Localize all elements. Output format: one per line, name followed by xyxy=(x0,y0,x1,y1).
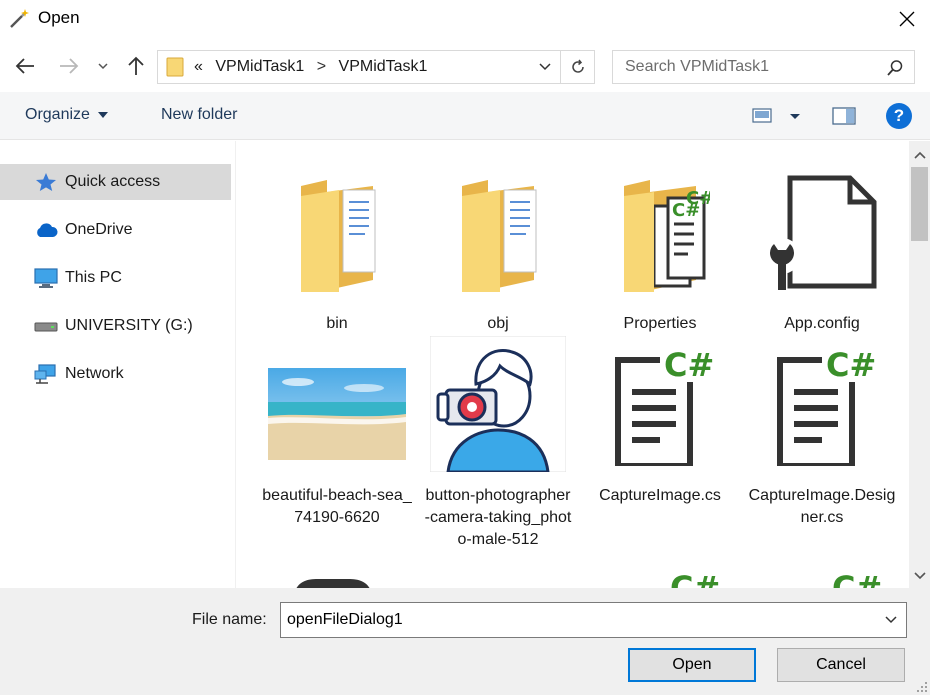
search-input[interactable] xyxy=(613,51,883,83)
scroll-up-button[interactable] xyxy=(909,143,930,167)
photographer-image-thumbnail xyxy=(423,329,573,479)
preview-pane-icon xyxy=(832,107,856,125)
view-options-icon xyxy=(752,108,800,123)
sidebar-item-this-pc[interactable]: This PC xyxy=(0,260,231,296)
chevron-down-icon xyxy=(913,572,926,580)
resize-grip-icon[interactable] xyxy=(916,681,928,693)
sidebar-item-network[interactable]: Network xyxy=(0,356,231,392)
config-file-icon xyxy=(747,157,897,307)
vertical-scrollbar[interactable] xyxy=(909,141,930,588)
up-button[interactable] xyxy=(122,52,150,80)
csharp-file-icon: C# xyxy=(670,571,720,588)
file-name-combobox[interactable] xyxy=(280,602,907,638)
magic-wand-icon xyxy=(10,9,29,28)
file-name: CaptureImage.Designer.cs xyxy=(748,487,896,526)
sidebar-item-label: UNIVERSITY (G:) xyxy=(65,317,193,334)
file-name: CaptureImage.cs xyxy=(599,487,721,504)
chevron-down-icon xyxy=(885,616,897,624)
open-button[interactable]: Open xyxy=(628,648,756,682)
recent-locations-button[interactable] xyxy=(92,52,114,80)
close-icon xyxy=(899,11,915,27)
recent-chevron-icon xyxy=(98,63,108,70)
file-name: beautiful-beach-sea_74190-6620 xyxy=(262,487,412,526)
svg-text:C#: C# xyxy=(832,571,882,588)
scroll-down-button[interactable] xyxy=(909,564,930,588)
scrollbar-thumb[interactable] xyxy=(911,167,928,241)
svg-text:C#: C# xyxy=(686,188,710,209)
dialog-footer: File name: Open Cancel xyxy=(0,588,930,695)
breadcrumb-item[interactable]: VPMidTask1 xyxy=(215,58,304,75)
command-toolbar: Organize New folder ? xyxy=(0,92,930,140)
star-icon xyxy=(34,171,58,193)
cloud-icon xyxy=(34,219,58,241)
cancel-button[interactable]: Cancel xyxy=(777,648,905,682)
back-arrow-icon xyxy=(15,58,34,74)
beach-image-thumbnail xyxy=(262,329,412,479)
svg-text:C#: C# xyxy=(826,346,876,384)
sidebar-item-label: Network xyxy=(65,365,124,382)
forward-arrow-icon xyxy=(60,58,79,74)
file-name-label: File name: xyxy=(192,611,267,628)
chevron-down-icon xyxy=(539,63,551,71)
organize-menu-button[interactable]: Organize xyxy=(25,106,108,124)
search-icon xyxy=(887,60,903,76)
sidebar-item-quick-access[interactable]: Quick access xyxy=(0,164,231,200)
folder-icon xyxy=(166,57,184,77)
caret-down-icon xyxy=(97,111,108,118)
sidebar-item-label: Quick access xyxy=(65,173,161,190)
address-bar[interactable]: « VPMidTask1 > VPMidTask1 xyxy=(157,50,595,84)
csharp-file-icon: C# xyxy=(585,329,735,479)
forward-button[interactable] xyxy=(55,52,83,80)
title-bar: Open xyxy=(0,0,930,38)
search-box[interactable] xyxy=(612,50,915,84)
breadcrumb-item[interactable]: VPMidTask1 xyxy=(339,58,428,75)
folder-icon xyxy=(262,157,412,307)
address-dropdown-button[interactable] xyxy=(534,51,556,83)
change-view-button[interactable] xyxy=(752,106,804,126)
network-icon xyxy=(34,363,58,385)
csharp-folder-icon: C# C# xyxy=(585,157,735,307)
file-list: bin obj C# C# Properties xyxy=(236,141,909,588)
refresh-icon xyxy=(571,59,584,73)
navigation-pane: Quick access OneDrive This PC UNIVERSITY… xyxy=(0,141,236,588)
csharp-file-icon: C# xyxy=(832,571,882,588)
folder-icon xyxy=(423,157,573,307)
sidebar-item-university-drive[interactable]: UNIVERSITY (G:) xyxy=(0,308,231,344)
sidebar-item-label: This PC xyxy=(65,269,122,286)
back-button[interactable] xyxy=(11,52,39,80)
breadcrumb-separator[interactable]: > xyxy=(317,58,326,75)
breadcrumb: « VPMidTask1 > VPMidTask1 xyxy=(194,58,435,76)
organize-label: Organize xyxy=(25,106,90,123)
file-name: button-photographer-camera-taking_photo-… xyxy=(424,487,572,548)
refresh-button[interactable] xyxy=(560,51,594,83)
window-title: Open xyxy=(38,8,80,27)
file-name-dropdown-button[interactable] xyxy=(882,603,900,637)
preview-pane-button[interactable] xyxy=(832,106,856,126)
sidebar-item-onedrive[interactable]: OneDrive xyxy=(0,212,231,248)
up-arrow-icon xyxy=(128,56,144,75)
breadcrumb-overflow[interactable]: « xyxy=(194,58,203,75)
partial-file-icon xyxy=(296,579,370,588)
file-name-input[interactable] xyxy=(281,603,871,637)
svg-text:C#: C# xyxy=(664,346,714,384)
drive-icon xyxy=(34,315,58,337)
chevron-up-icon xyxy=(913,151,926,159)
monitor-icon xyxy=(34,267,58,289)
navigation-bar: « VPMidTask1 > VPMidTask1 xyxy=(0,44,930,90)
csharp-file-icon: C# xyxy=(747,329,897,479)
sidebar-item-label: OneDrive xyxy=(65,221,133,238)
new-folder-button[interactable]: New folder xyxy=(161,106,237,124)
help-button[interactable]: ? xyxy=(886,103,912,129)
svg-text:C#: C# xyxy=(670,571,720,588)
close-button[interactable] xyxy=(884,0,930,38)
